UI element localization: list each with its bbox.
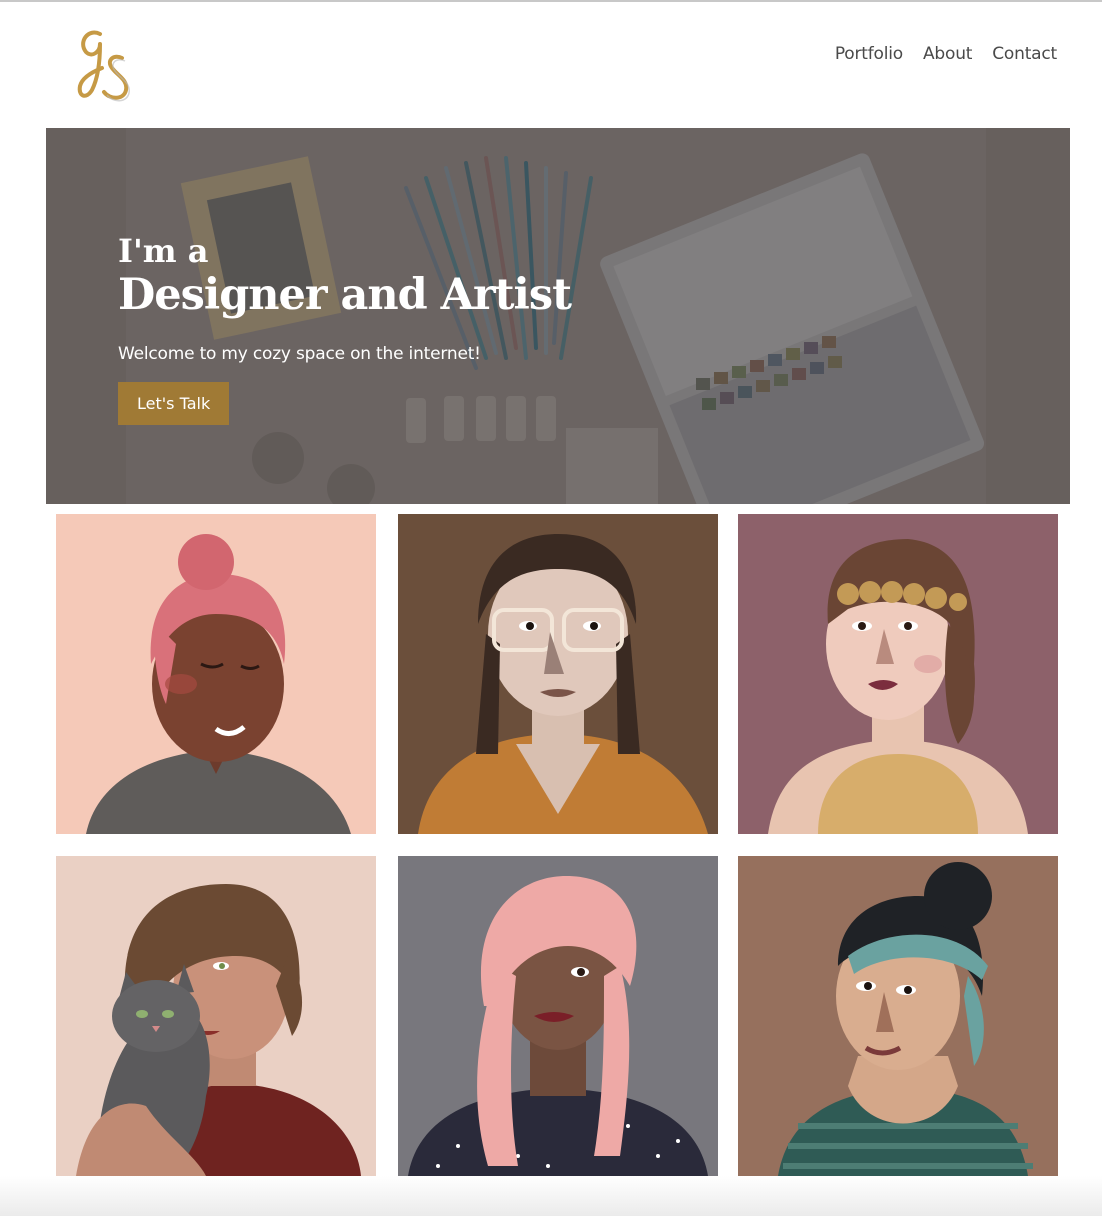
nav-about[interactable]: About [923,44,972,64]
gallery-item-cat[interactable] [56,856,376,1176]
hero-kicker: I'm a [118,232,209,270]
hero-title: Designer and Artist [118,270,572,320]
glasses-braids-portrait-image [398,514,718,834]
hero-subtitle: Welcome to my cozy space on the internet… [118,344,481,364]
hero-banner: I'm a Designer and Artist Welcome to my … [46,128,1070,504]
hero-text: I'm a Designer and Artist Welcome to my … [118,232,572,425]
bandana-portrait-image [738,856,1058,1176]
gallery-item-bandana[interactable] [738,856,1058,1176]
site-header: Portfolio About Contact [0,2,1102,128]
gallery-item-glasses-braids[interactable] [398,514,718,834]
gallery-item-pink-hair[interactable] [398,856,718,1176]
nav-contact[interactable]: Contact [992,44,1057,64]
pink-bun-portrait-image [56,514,376,834]
cat-portrait-image [56,856,376,1176]
page-bottom-fade [0,1176,1102,1216]
main-nav: Portfolio About Contact [835,44,1057,64]
pink-hair-portrait-image [398,856,718,1176]
headband-portrait-image [738,514,1058,834]
nav-portfolio[interactable]: Portfolio [835,44,903,64]
gallery-item-pink-bun[interactable] [56,514,376,834]
gallery-item-headband[interactable] [738,514,1058,834]
lets-talk-button[interactable]: Let's Talk [118,382,230,425]
logo[interactable] [70,20,142,104]
gs-logo-icon [77,30,130,102]
